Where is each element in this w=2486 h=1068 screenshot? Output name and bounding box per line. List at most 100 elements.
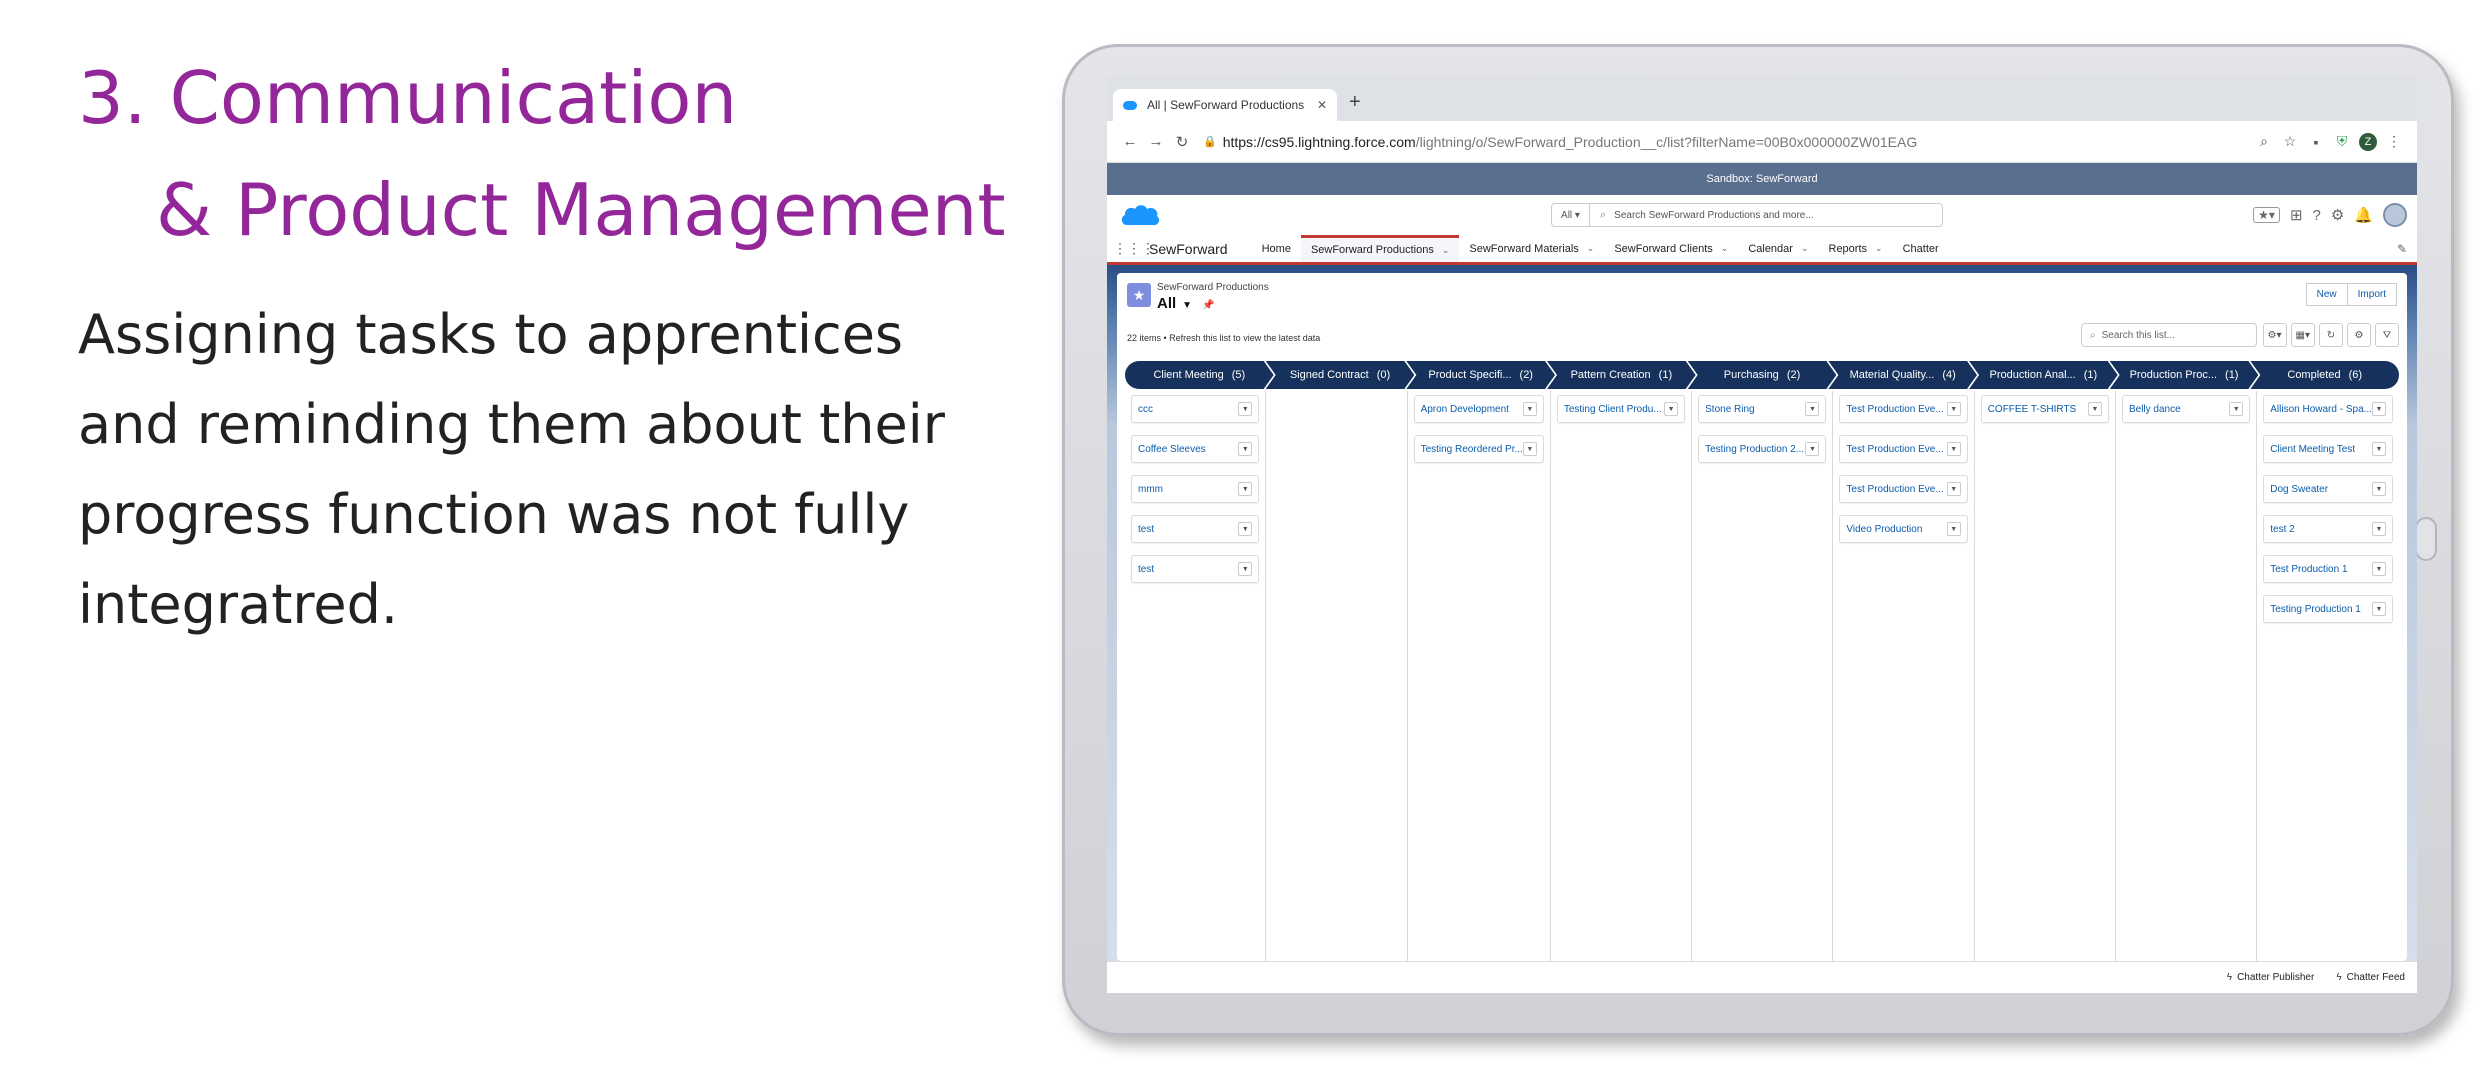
user-avatar[interactable] [2383,203,2407,227]
browser-tab[interactable]: All | SewForward Productions ✕ [1113,89,1337,121]
search-list-input[interactable]: ⌕ Search this list... [2081,323,2257,347]
kanban-card[interactable]: Dog Sweater ▼ [2263,475,2393,503]
kanban-settings-icon[interactable]: ⚙ [2347,323,2371,347]
import-button[interactable]: Import [2347,283,2397,306]
bookmark-star-icon[interactable]: ☆ [2277,133,2303,150]
setup-gear-icon[interactable]: ⚙ [2331,206,2344,224]
kanban-card[interactable]: Client Meeting Test ▼ [2263,435,2393,463]
card-menu-icon[interactable]: ▼ [1522,442,1537,456]
kanban-card[interactable]: Belly dance ▼ [2121,395,2251,423]
kanban-card[interactable]: Allison Howard - Spa... ▼ [2263,395,2393,423]
stage-purchasing[interactable]: Purchasing (2) [1688,361,1837,389]
kanban-card[interactable]: COFFEE T-SHIRTS ▼ [1980,395,2109,423]
stage-signed-contract[interactable]: Signed Contract (0) [1266,361,1415,389]
kanban-card[interactable]: Stone Ring ▼ [1698,395,1827,423]
nav-item-home[interactable]: Home [1252,235,1301,262]
card-menu-icon[interactable]: ▼ [1946,402,1961,416]
filter-icon[interactable]: ⛛ [2375,323,2399,347]
chevron-down-icon[interactable]: ⌄ [1875,243,1883,254]
card-menu-icon[interactable]: ▼ [1805,402,1820,416]
kanban-card[interactable]: Test Production 1 ▼ [2263,555,2393,583]
nav-item-productions[interactable]: SewForward Productions ⌄ [1300,235,1460,262]
zoom-icon[interactable]: ⌕ [2251,133,2277,150]
kanban-card[interactable]: Coffee Sleeves ▼ [1131,435,1260,463]
back-icon[interactable]: ← [1117,133,1143,150]
kanban-card[interactable]: Apron Development ▼ [1413,395,1544,423]
card-menu-icon[interactable]: ▼ [2371,562,2386,576]
stage-material-quality[interactable]: Material Quality... (4) [1828,361,1977,389]
close-tab-icon[interactable]: ✕ [1317,98,1327,112]
kanban-card[interactable]: Test Production Eve... ▼ [1839,395,1968,423]
kanban-card[interactable]: Video Production ▼ [1839,515,1968,543]
stage-production-process[interactable]: Production Proc... (1) [2110,361,2259,389]
chatter-publisher-button[interactable]: ϟ Chatter Publisher [2227,972,2315,983]
extension-icon[interactable]: ▪ [2303,134,2329,150]
kanban-card[interactable]: Testing Production 1 ▼ [2263,595,2393,623]
favorites-icon[interactable]: ★▾ [2253,207,2280,223]
browser-menu-icon[interactable]: ⋮ [2381,133,2407,150]
nav-item-calendar[interactable]: Calendar ⌄ [1738,235,1818,262]
shield-extension-icon[interactable]: ⛨ [2329,133,2355,150]
kanban-card[interactable]: mmm ▼ [1131,475,1260,503]
kanban-card[interactable]: Testing Client Produ... ▼ [1556,395,1686,423]
edit-nav-pencil-icon[interactable]: ✎ [2397,242,2407,256]
stage-pattern-creation[interactable]: Pattern Creation (1) [1547,361,1696,389]
chevron-down-icon[interactable]: ⌄ [1801,243,1809,254]
card-menu-icon[interactable]: ▼ [1238,562,1253,576]
list-settings-gear-icon[interactable]: ⚙▾ [2262,323,2287,347]
forward-icon[interactable]: → [1143,133,1169,150]
display-as-icon[interactable]: ▦▾ [2290,323,2315,347]
profile-avatar[interactable]: Z [2359,132,2377,151]
chatter-feed-button[interactable]: ϟ Chatter Feed [2336,972,2405,983]
search-scope-select[interactable]: All ▾ [1552,204,1590,226]
list-view-selector[interactable]: All ▼ 📌 [1157,295,1215,312]
card-menu-icon[interactable]: ▼ [1664,402,1679,416]
new-tab-icon[interactable]: + [1349,91,1361,114]
card-menu-icon[interactable]: ▼ [2371,482,2386,496]
stage-client-meeting[interactable]: Client Meeting (5) [1125,361,1274,389]
stage-production-analysis[interactable]: Production Anal... (1) [1969,361,2118,389]
card-menu-icon[interactable]: ▼ [2371,602,2386,616]
global-search[interactable]: All ▾ ⌕ Search SewForward Productions an… [1551,203,1943,227]
kanban-card[interactable]: Test Production Eve... ▼ [1839,475,1968,503]
card-menu-icon[interactable]: ▼ [1946,442,1961,456]
chevron-down-icon[interactable]: ⌄ [1721,243,1729,254]
kanban-card[interactable]: test 2 ▼ [2263,515,2393,543]
card-menu-icon[interactable]: ▼ [1946,482,1961,496]
stage-completed[interactable]: Completed (6) [2250,361,2400,389]
card-menu-icon[interactable]: ▼ [2229,402,2244,416]
card-menu-icon[interactable]: ▼ [1946,522,1961,536]
global-create-icon[interactable]: ⊞ [2290,206,2303,224]
card-menu-icon[interactable]: ▼ [1238,482,1253,496]
kanban-card[interactable]: Testing Reordered Pr... ▼ [1413,435,1544,463]
reload-icon[interactable]: ↻ [1169,133,1195,151]
caret-down-icon[interactable]: ▼ [1182,300,1192,311]
card-menu-icon[interactable]: ▼ [2371,402,2386,416]
app-launcher-icon[interactable]: ⋮⋮⋮ [1113,240,1155,257]
card-menu-icon[interactable]: ▼ [1805,442,1820,456]
url-field[interactable]: https://cs95.lightning.force.com/lightni… [1223,134,2251,150]
new-button[interactable]: New [2305,283,2348,306]
card-menu-icon[interactable]: ▼ [1522,402,1537,416]
card-menu-icon[interactable]: ▼ [1238,402,1253,416]
card-menu-icon[interactable]: ▼ [2087,402,2102,416]
kanban-card[interactable]: Test Production Eve... ▼ [1839,435,1968,463]
card-menu-icon[interactable]: ▼ [2371,442,2386,456]
nav-item-reports[interactable]: Reports ⌄ [1819,235,1893,262]
nav-item-clients[interactable]: SewForward Clients ⌄ [1604,235,1738,262]
kanban-card[interactable]: test ▼ [1131,515,1260,543]
kanban-card[interactable]: Testing Production 2... ▼ [1698,435,1827,463]
stage-product-specification[interactable]: Product Specifi... (2) [1406,361,1555,389]
nav-item-materials[interactable]: SewForward Materials ⌄ [1459,235,1604,262]
pin-icon[interactable]: 📌 [1202,300,1214,311]
kanban-card[interactable]: test ▼ [1131,555,1260,583]
refresh-icon[interactable]: ↻ [2319,323,2343,347]
card-menu-icon[interactable]: ▼ [1238,442,1253,456]
notifications-bell-icon[interactable]: 🔔 [2354,206,2373,224]
card-menu-icon[interactable]: ▼ [1238,522,1253,536]
chevron-down-icon[interactable]: ⌄ [1587,243,1595,254]
salesforce-logo-icon[interactable] [1119,201,1161,229]
help-icon[interactable]: ? [2313,207,2321,224]
chevron-down-icon[interactable]: ⌄ [1442,245,1450,256]
kanban-card[interactable]: ccc ▼ [1131,395,1260,423]
